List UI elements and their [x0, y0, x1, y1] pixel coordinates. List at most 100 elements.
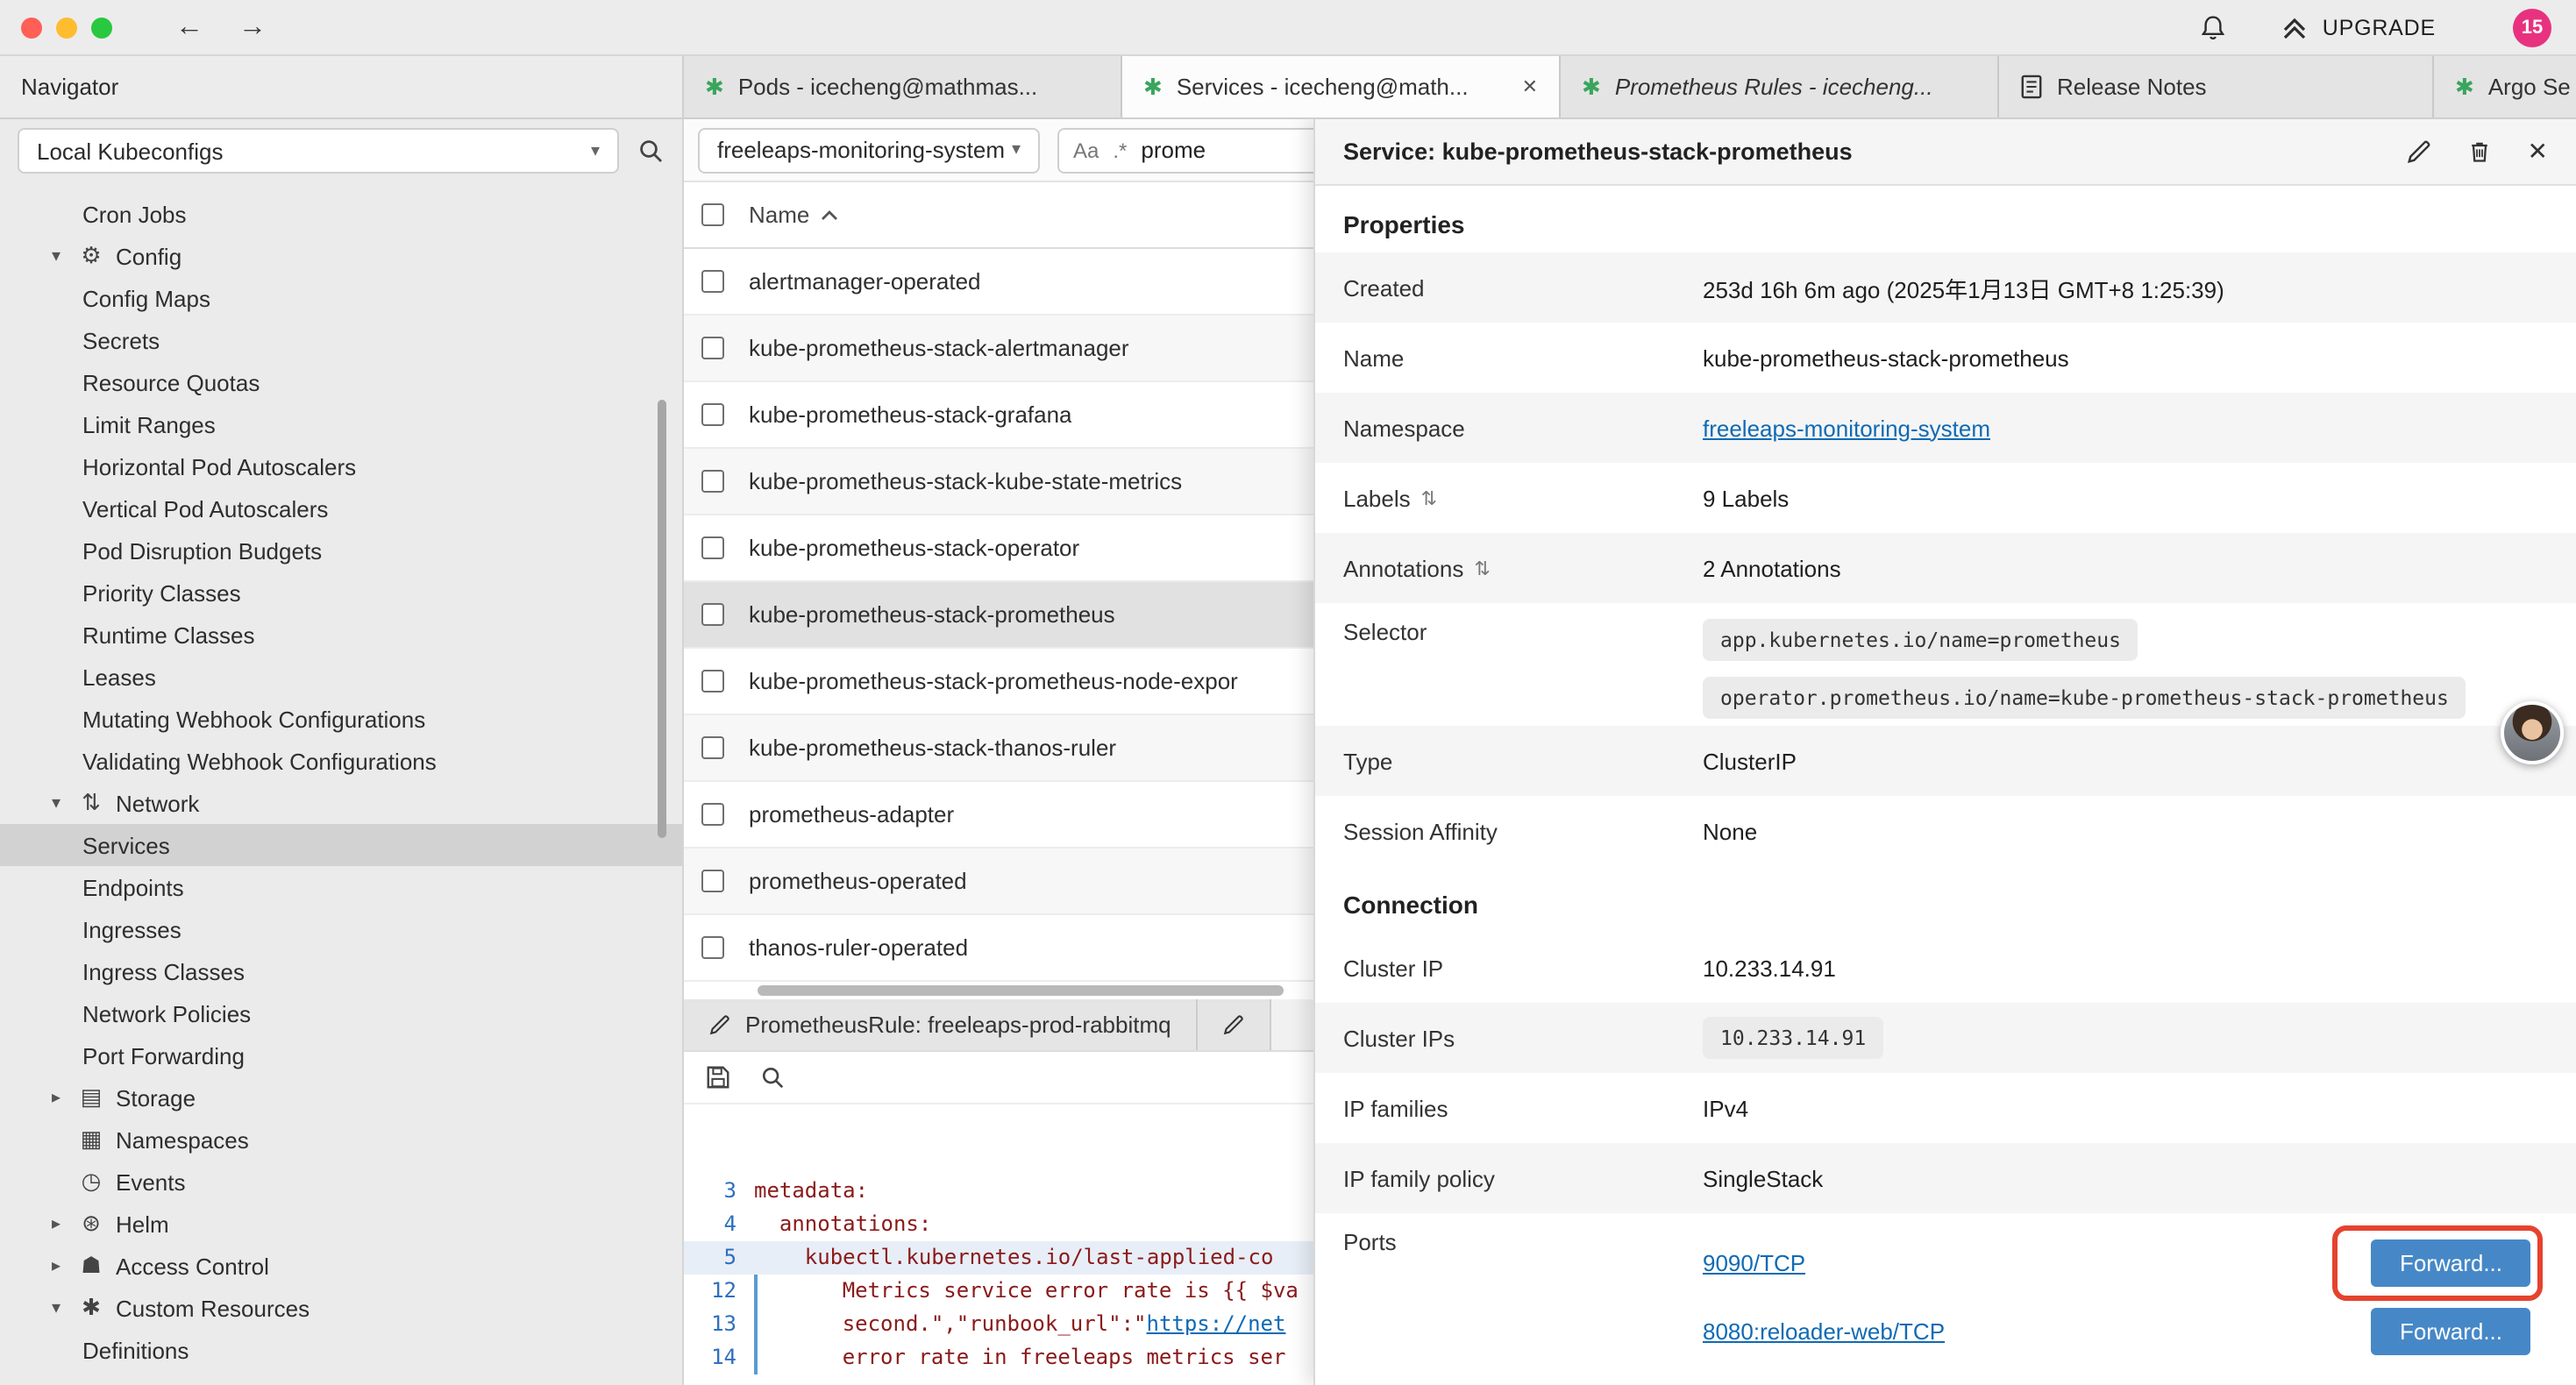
sidebar-item-network[interactable]: ▾ ⇅ Network — [0, 782, 682, 824]
sidebar-item-priority-classes[interactable]: Priority Classes — [0, 572, 682, 614]
custom-resources-icon: ✱ — [77, 1294, 105, 1322]
row-checkbox[interactable] — [701, 870, 724, 892]
detail-row-session-affinity: Session Affinity None — [1315, 796, 2576, 866]
dock-tab-partial[interactable] — [1198, 999, 1271, 1050]
match-case-toggle[interactable]: Aa — [1073, 138, 1099, 162]
row-checkbox[interactable] — [701, 670, 724, 692]
sidebar-item-ingresses[interactable]: Ingresses — [0, 908, 682, 950]
notifications-bell-icon[interactable] — [2200, 13, 2228, 41]
sidebar-scrollbar[interactable] — [658, 400, 666, 838]
forward-button[interactable]: Forward... — [2372, 1239, 2530, 1287]
forward-button[interactable]: Forward... — [2372, 1308, 2530, 1355]
kubeconfig-selector[interactable]: Local Kubeconfigs ▾ — [18, 128, 619, 174]
sidebar-item-secrets[interactable]: Secrets — [0, 319, 682, 361]
close-drawer-icon[interactable]: ✕ — [2528, 137, 2548, 167]
select-all-checkbox[interactable] — [701, 203, 724, 226]
row-checkbox[interactable] — [701, 803, 724, 826]
row-checkbox[interactable] — [701, 603, 724, 626]
search-input[interactable] — [1141, 137, 1246, 163]
tab-services[interactable]: ✱ Services - icecheng@math... ✕ — [1122, 56, 1561, 117]
detail-row-ports: Ports 9090/TCP Forward... 8080:reloader — [1315, 1213, 2576, 1373]
save-icon[interactable] — [705, 1064, 731, 1090]
sidebar-item-storage[interactable]: ▸ ▤ Storage — [0, 1076, 682, 1119]
chevron-down-icon: ▾ — [1012, 140, 1021, 160]
chevron-down-icon[interactable]: ▾ — [46, 246, 67, 266]
sort-toggle-icon[interactable]: ⇅ — [1421, 487, 1437, 509]
port-line: 9090/TCP Forward... — [1703, 1229, 2548, 1297]
sidebar-item-pod-disruption-budgets[interactable]: Pod Disruption Budgets — [0, 529, 682, 572]
title-bar: ← → UPGRADE 15 — [0, 0, 2576, 56]
sidebar-item-endpoints[interactable]: Endpoints — [0, 866, 682, 908]
sidebar-item-access-control[interactable]: ▸ ☗ Access Control — [0, 1245, 682, 1287]
regex-toggle[interactable]: .* — [1113, 138, 1127, 162]
row-checkbox[interactable] — [701, 337, 724, 359]
sidebar-item-vertical-pod-autoscalers[interactable]: Vertical Pod Autoscalers — [0, 487, 682, 529]
sort-toggle-icon[interactable]: ⇅ — [1474, 557, 1490, 579]
minimize-window-button[interactable] — [56, 17, 77, 38]
tab-release-notes[interactable]: Release Notes — [1999, 56, 2434, 117]
chevron-down-icon[interactable]: ▾ — [46, 793, 67, 813]
detail-row-namespace: Namespace freeleaps-monitoring-system — [1315, 393, 2576, 463]
detail-row-created: Created 253d 16h 6m ago (2025年1月13日 GMT+… — [1315, 252, 2576, 323]
sidebar-item-runtime-classes[interactable]: Runtime Classes — [0, 614, 682, 656]
sidebar-item-namespaces[interactable]: ▦ Namespaces — [0, 1119, 682, 1161]
upgrade-button[interactable]: UPGRADE — [2281, 13, 2436, 41]
sidebar-item-definitions[interactable]: Definitions — [0, 1329, 682, 1371]
sidebar-item-config[interactable]: ▾ ⚙ Config — [0, 235, 682, 277]
sidebar-item-resource-quotas[interactable]: Resource Quotas — [0, 361, 682, 403]
tab-argo[interactable]: ✱ Argo Se — [2434, 56, 2576, 117]
sidebar-item-ingress-classes[interactable]: Ingress Classes — [0, 950, 682, 992]
chevron-right-icon[interactable]: ▸ — [46, 1256, 67, 1275]
sidebar-item-custom-resources[interactable]: ▾ ✱ Custom Resources — [0, 1287, 682, 1329]
editor-search-icon[interactable] — [759, 1064, 786, 1090]
horizontal-scrollbar-thumb[interactable] — [758, 985, 1284, 996]
maximize-window-button[interactable] — [91, 17, 112, 38]
tab-prometheus-rules[interactable]: ✱ Prometheus Rules - icecheng... — [1561, 56, 1999, 117]
tab-pods[interactable]: ✱ Pods - icecheng@mathmas... — [684, 56, 1122, 117]
name-column-header[interactable]: Name — [749, 202, 837, 228]
sidebar-item-horizontal-pod-autoscalers[interactable]: Horizontal Pod Autoscalers — [0, 445, 682, 487]
chevron-right-icon[interactable]: ▸ — [46, 1088, 67, 1107]
row-checkbox[interactable] — [701, 403, 724, 426]
sidebar-item-network-policies[interactable]: Network Policies — [0, 992, 682, 1034]
sidebar-item-cron-jobs[interactable]: Cron Jobs — [0, 193, 682, 235]
sidebar-item-validating-webhook-configurations[interactable]: Validating Webhook Configurations — [0, 740, 682, 782]
close-window-button[interactable] — [21, 17, 42, 38]
user-avatar[interactable] — [2501, 701, 2564, 764]
drawer-title: Service: kube-prometheus-stack-prometheu… — [1343, 138, 2372, 165]
forward-arrow-icon[interactable]: → — [238, 13, 267, 41]
edit-pencil-icon[interactable] — [2407, 138, 2433, 165]
chevron-down-icon[interactable]: ▾ — [46, 1298, 67, 1318]
dock-tab-prometheusrule[interactable]: PrometheusRule: freeleaps-prod-rabbitmq — [684, 999, 1198, 1050]
sidebar-item-limit-ranges[interactable]: Limit Ranges — [0, 403, 682, 445]
close-tab-icon[interactable]: ✕ — [1522, 75, 1538, 98]
port-link-9090[interactable]: 9090/TCP — [1703, 1250, 1805, 1276]
sidebar-item-services[interactable]: Services — [0, 824, 682, 866]
namespaces-icon: ▦ — [77, 1126, 105, 1154]
navigator-label: Navigator — [21, 74, 118, 100]
row-checkbox[interactable] — [701, 270, 724, 293]
sidebar-item-events[interactable]: ◷ Events — [0, 1161, 682, 1203]
sidebar-item-config-maps[interactable]: Config Maps — [0, 277, 682, 319]
table-search-box[interactable]: Aa .* — [1057, 127, 1356, 173]
row-checkbox[interactable] — [701, 936, 724, 959]
detail-row-selector: Selector app.kubernetes.io/name=promethe… — [1315, 603, 2576, 726]
notification-count-badge[interactable]: 15 — [2513, 8, 2551, 46]
namespace-link[interactable]: freeleaps-monitoring-system — [1703, 415, 1990, 441]
back-arrow-icon[interactable]: ← — [175, 13, 203, 41]
selector-chip: app.kubernetes.io/name=prometheus — [1703, 619, 2138, 661]
port-link-8080[interactable]: 8080:reloader-web/TCP — [1703, 1318, 1945, 1345]
trash-icon[interactable] — [2468, 138, 2493, 165]
row-checkbox[interactable] — [701, 736, 724, 759]
sidebar-search-icon[interactable] — [637, 137, 665, 165]
port-line: 8080:reloader-web/TCP Forward... — [1703, 1297, 2548, 1366]
sidebar-item-helm[interactable]: ▸ ⊛ Helm — [0, 1203, 682, 1245]
row-checkbox[interactable] — [701, 536, 724, 559]
detail-row-ip-families: IP families IPv4 — [1315, 1073, 2576, 1143]
sidebar-item-port-forwarding[interactable]: Port Forwarding — [0, 1034, 682, 1076]
chevron-right-icon[interactable]: ▸ — [46, 1214, 67, 1233]
sidebar-item-leases[interactable]: Leases — [0, 656, 682, 698]
namespace-selector[interactable]: freeleaps-monitoring-system ▾ — [698, 127, 1040, 173]
row-checkbox[interactable] — [701, 470, 724, 493]
sidebar-item-mutating-webhook-configurations[interactable]: Mutating Webhook Configurations — [0, 698, 682, 740]
